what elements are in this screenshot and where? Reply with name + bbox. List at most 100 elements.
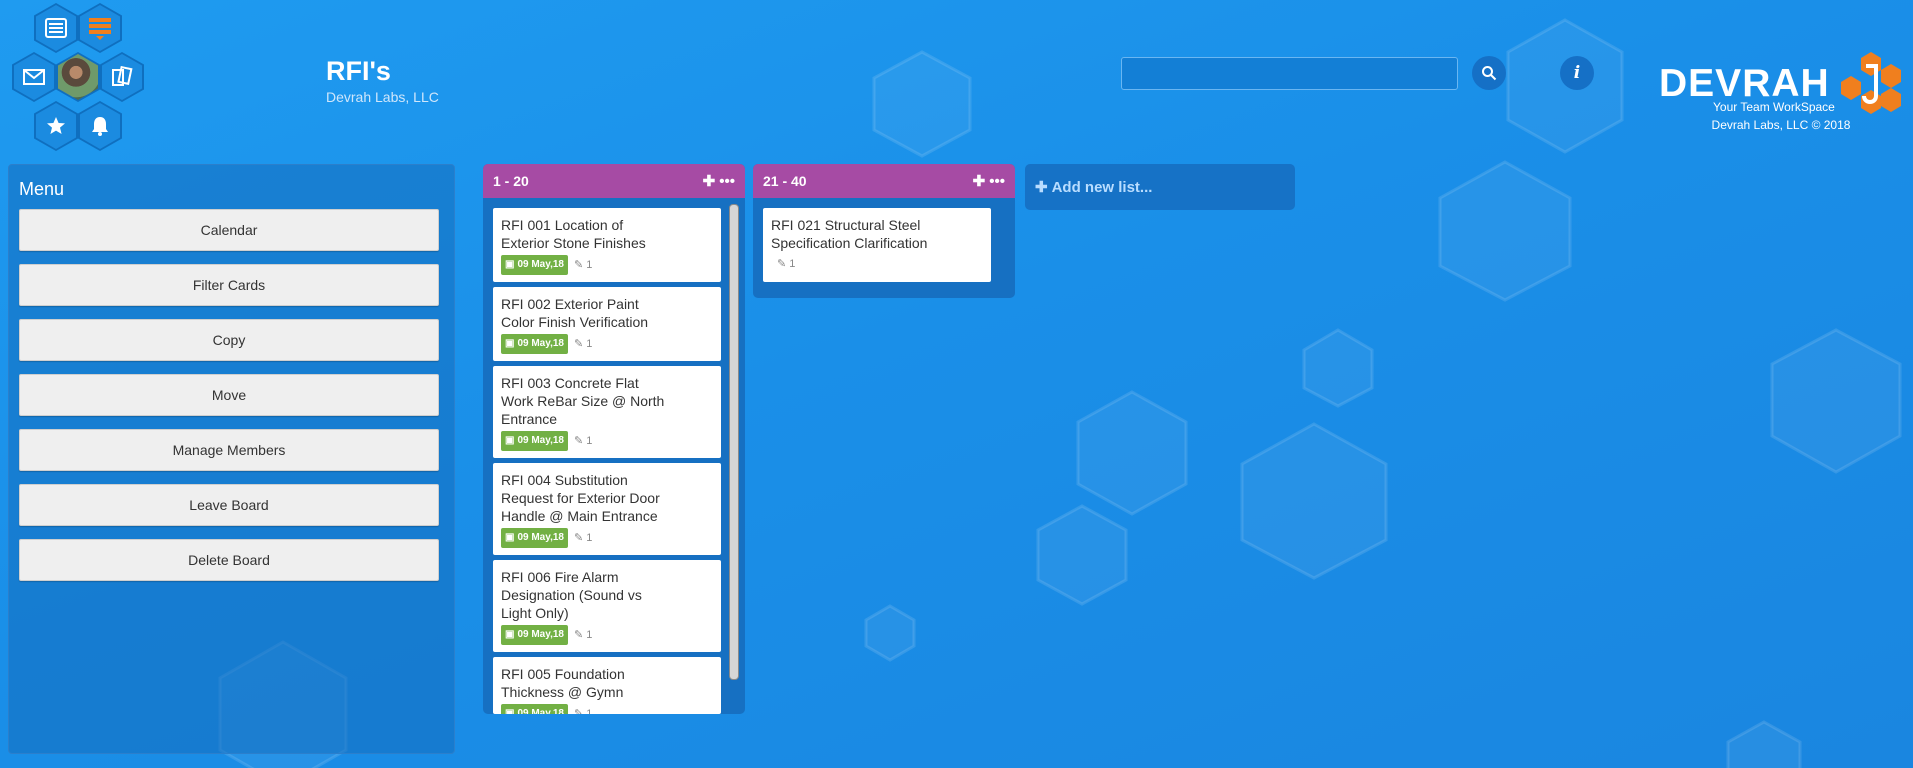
due-date-badge: ▣ 09 May,18 [501, 334, 568, 354]
list-view-button[interactable] [34, 3, 78, 53]
add-card-icon[interactable]: ✚ [703, 172, 716, 190]
cards-icon [112, 66, 133, 86]
due-date: 09 May,18 [517, 532, 564, 543]
info-icon: i [1573, 63, 1581, 83]
calendar-icon: ▣ [505, 435, 515, 446]
calendar-icon: ▣ [505, 259, 515, 270]
attachment-number: 1 [586, 629, 593, 641]
more-icon[interactable]: ••• [719, 173, 735, 190]
list-scrollbar[interactable] [728, 202, 740, 712]
card-title: RFI 004 Substitution Request for Exterio… [501, 472, 660, 524]
page-title: RFI's [326, 56, 391, 86]
attachment-number: 1 [586, 708, 593, 714]
add-card-icon[interactable]: ✚ [973, 172, 986, 190]
plus-icon: ✚ [1035, 179, 1048, 196]
list-icon [45, 18, 67, 38]
attachment-number: 1 [586, 532, 593, 544]
notifications-button[interactable] [78, 101, 122, 151]
list-21-40: 21 - 40 ✚ ••• RFI 021 Structural Steel S… [753, 164, 1015, 298]
calendar-icon: ▣ [505, 532, 515, 543]
card-title: RFI 006 Fire Alarm Designation (Sound vs… [501, 569, 642, 621]
search-input[interactable] [1121, 57, 1458, 90]
cards-button[interactable] [100, 52, 144, 102]
avatar [58, 54, 98, 100]
card-rfi-005[interactable]: RFI 005 Foundation Thickness @ Gymn ▣ 09 … [493, 657, 721, 714]
attachment-count: ✎ 1 [574, 256, 592, 274]
list-title: 1 - 20 [493, 173, 529, 189]
add-list-label: Add new list... [1051, 178, 1153, 196]
attachment-count: ✎ 1 [574, 335, 592, 353]
attachment-count: ✎ 1 [574, 432, 592, 450]
attachment-number: 1 [586, 259, 593, 271]
due-date: 09 May,18 [517, 708, 564, 714]
card-title: RFI 003 Concrete Flat Work ReBar Size @ … [501, 375, 665, 427]
due-date: 09 May,18 [517, 259, 564, 270]
logo-hex-icon [1841, 52, 1901, 114]
bell-icon [92, 117, 108, 136]
add-new-list-button[interactable]: ✚ Add new list... [1025, 164, 1295, 210]
card-title: RFI 001 Location of Exterior Stone Finis… [501, 217, 646, 251]
delete-board-button[interactable]: Delete Board [19, 539, 439, 581]
paperclip-icon: ✎ [777, 258, 787, 270]
copy-button[interactable]: Copy [19, 319, 439, 361]
due-date-badge: ▣ 09 May,18 [501, 704, 568, 714]
card-rfi-002[interactable]: RFI 002 Exterior Paint Color Finish Veri… [493, 287, 721, 361]
card-rfi-004[interactable]: RFI 004 Substitution Request for Exterio… [493, 463, 721, 555]
paperclip-icon: ✎ [573, 338, 584, 350]
messages-button[interactable] [12, 52, 56, 102]
due-date: 09 May,18 [517, 435, 564, 446]
card-rfi-001[interactable]: RFI 001 Location of Exterior Stone Finis… [493, 208, 721, 282]
list-header: 1 - 20 ✚ ••• [483, 164, 745, 198]
manage-members-button[interactable]: Manage Members [19, 429, 439, 471]
list-header: 21 - 40 ✚ ••• [753, 164, 1015, 198]
logo-tagline: Your Team WorkSpace [1713, 100, 1835, 114]
attachment-number: 1 [586, 435, 593, 447]
leave-board-button[interactable]: Leave Board [19, 484, 439, 526]
profile-button[interactable] [56, 52, 100, 102]
menu-title: Menu [19, 179, 65, 199]
due-date: 09 May,18 [517, 338, 564, 349]
calendar-icon: ▣ [505, 708, 515, 714]
stack-icon [89, 18, 111, 40]
calendar-icon: ▣ [505, 338, 515, 349]
attachment-count: ✎ 1 [574, 626, 592, 644]
card-rfi-003[interactable]: RFI 003 Concrete Flat Work ReBar Size @ … [493, 366, 721, 458]
more-icon[interactable]: ••• [989, 173, 1005, 190]
paperclip-icon: ✎ [573, 532, 584, 544]
due-date-badge: ▣ 09 May,18 [501, 255, 568, 275]
mail-icon [23, 69, 45, 85]
search-icon [1482, 66, 1497, 81]
copyright: Devrah Labs, LLC © 2018 [1711, 118, 1851, 132]
due-date-badge: ▣ 09 May,18 [501, 528, 568, 548]
list-1-20: 1 - 20 ✚ ••• RFI 001 Location of Exterio… [483, 164, 745, 714]
due-date-badge: ▣ 09 May,18 [501, 431, 568, 451]
boards-button[interactable] [78, 3, 122, 53]
attachment-count: ✎ 1 [574, 705, 592, 714]
calendar-button[interactable]: Calendar [19, 209, 439, 251]
card-title: RFI 005 Foundation Thickness @ Gymn [501, 666, 625, 700]
card-rfi-006[interactable]: RFI 006 Fire Alarm Designation (Sound vs… [493, 560, 721, 652]
paperclip-icon: ✎ [573, 708, 584, 714]
scrollbar-thumb[interactable] [729, 204, 739, 680]
filter-cards-button[interactable]: Filter Cards [19, 264, 439, 306]
calendar-icon: ▣ [505, 629, 515, 640]
attachment-count: ✎ 1 [574, 529, 592, 547]
star-icon [47, 117, 65, 134]
paperclip-icon: ✎ [573, 435, 584, 447]
move-button[interactable]: Move [19, 374, 439, 416]
page-subtitle: Devrah Labs, LLC [326, 89, 439, 105]
card-title: RFI 021 Structural Steel Specification C… [771, 217, 928, 251]
search-button[interactable] [1472, 56, 1506, 90]
paperclip-icon: ✎ [573, 259, 584, 271]
hex-nav [0, 0, 160, 160]
menu-panel: Menu Calendar Filter Cards Copy Move Man… [8, 164, 455, 754]
due-date-badge: ▣ 09 May,18 [501, 625, 568, 645]
list-title: 21 - 40 [763, 173, 807, 189]
card-title: RFI 002 Exterior Paint Color Finish Veri… [501, 296, 649, 330]
card-rfi-021[interactable]: RFI 021 Structural Steel Specification C… [763, 208, 991, 282]
due-date: 09 May,18 [517, 629, 564, 640]
favorites-button[interactable] [34, 101, 78, 151]
info-button[interactable]: i [1560, 56, 1594, 90]
attachment-number: 1 [586, 338, 593, 350]
attachment-count: ✎ 1 [777, 255, 795, 273]
